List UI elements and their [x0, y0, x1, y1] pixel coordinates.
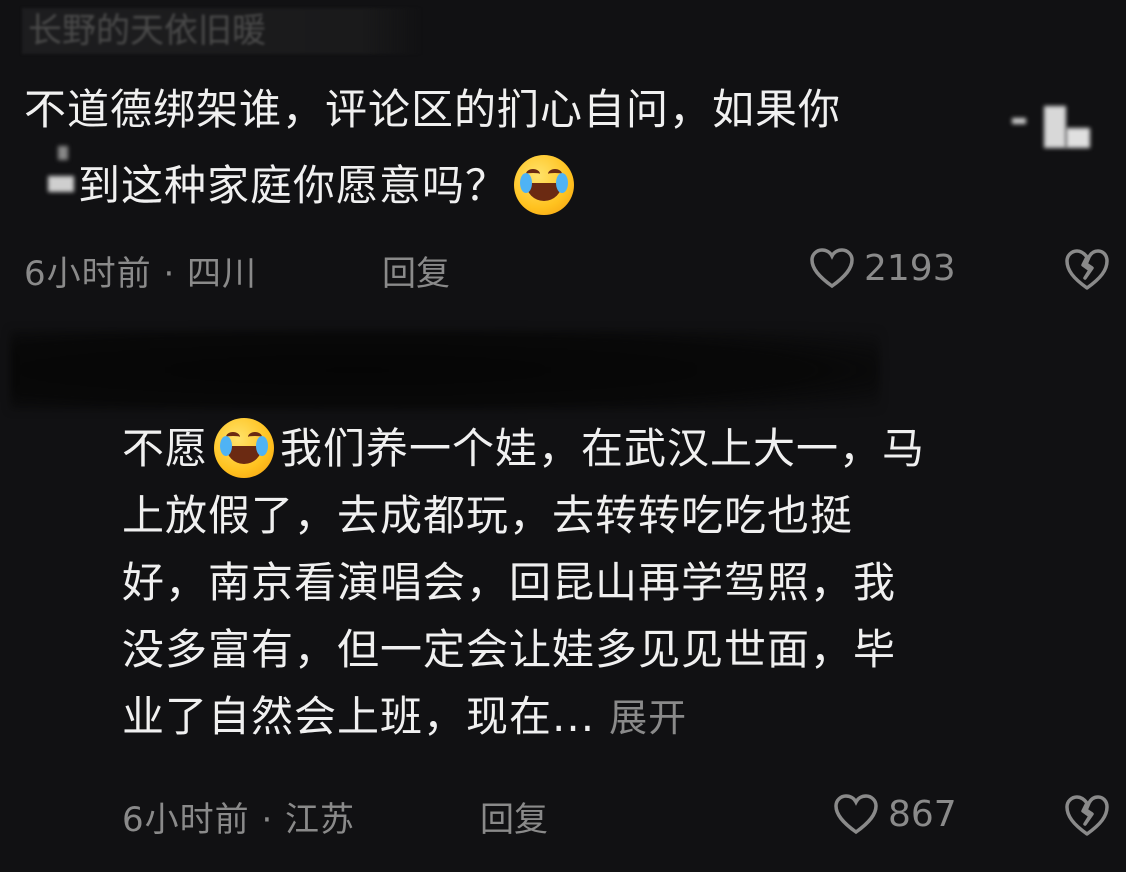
comment2-reply-button[interactable]: 回复 [480, 792, 548, 841]
heart-icon [834, 794, 878, 835]
comment2-line1: 不愿 我们养一个娃，在武汉上大一，马 [122, 415, 925, 482]
comment1-username[interactable]: 长野的天依旧暖 [22, 8, 422, 54]
comment1-reply-button[interactable]: 回复 [382, 246, 450, 295]
redacted-fragment [1012, 118, 1026, 124]
comment1-text-line1: 不道德绑架谁，评论区的扪心自问，如果你 [24, 85, 842, 134]
comment2-author-redacted[interactable] [10, 330, 880, 410]
comment1-time-location: 6小时前 · 四川 [24, 254, 258, 294]
comment2-expand-button[interactable]: 展开 [609, 696, 687, 740]
redacted-fragment [1044, 106, 1066, 148]
comment1-text: 到这种家庭你愿意吗？ [78, 161, 509, 210]
redacted-fragment [48, 176, 74, 192]
comment2-like-count: 867 [888, 793, 957, 835]
tears-of-joy-emoji-icon [514, 154, 575, 215]
comment1-dislike-button[interactable] [1062, 246, 1112, 296]
redacted-fragment [58, 146, 68, 160]
heart-icon [810, 248, 854, 289]
comment1-like-button[interactable]: 2193 [808, 246, 956, 290]
comment2-line5: 业了自然会上班，现在... 展开 [122, 692, 688, 741]
redacted-fragment [1066, 128, 1090, 148]
comment2-text: 不愿 我们养一个娃，在武汉上大一，马 上放假了，去成都玩，去转转吃吃也挺 好，南京… [122, 415, 925, 752]
broken-heart-icon [1065, 249, 1109, 290]
broken-heart-icon [1065, 795, 1109, 836]
comment2-line2: 上放假了，去成都玩，去转转吃吃也挺 [122, 491, 854, 540]
comment2-like-button[interactable]: 867 [832, 792, 957, 836]
comment1-text-line2: 到这种家庭你愿意吗？ [78, 150, 580, 222]
comment2-time-location: 6小时前 · 江苏 [122, 800, 356, 840]
comment2-line3: 好，南京看演唱会，回昆山再学驾照，我 [122, 558, 897, 607]
comment2-line4: 没多富有，但一定会让娃多见见世面，毕 [122, 625, 897, 674]
comment2-dislike-button[interactable] [1062, 792, 1112, 842]
comment1-like-count: 2193 [864, 247, 956, 289]
tears-of-joy-emoji-icon [214, 417, 275, 478]
